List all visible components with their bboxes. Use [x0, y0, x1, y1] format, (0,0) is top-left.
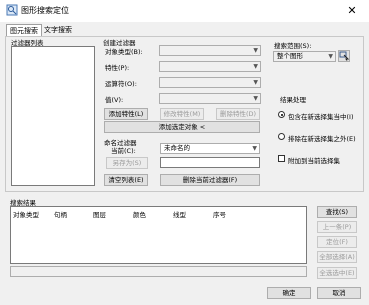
save-as-name-input[interactable] [160, 157, 260, 168]
operator-select[interactable]: ▼ [159, 77, 261, 88]
column-object-type[interactable]: 对象类型 [13, 209, 39, 219]
exclude-radio[interactable] [278, 133, 285, 140]
find-button[interactable]: 查找(S) [317, 206, 357, 218]
window-title: 图形搜索定位 [21, 6, 69, 15]
result-processing-label: 结果处理 [280, 96, 306, 104]
chevron-down-icon: ▼ [253, 47, 258, 54]
current-filter-value: 未命名的 [164, 144, 190, 152]
delete-property-button[interactable]: 删除特性(D) [216, 108, 260, 120]
include-radio[interactable] [278, 111, 285, 118]
search-range-value: 整个图形 [277, 52, 303, 60]
column-linetype[interactable]: 线型 [173, 209, 186, 219]
select-objects-button[interactable] [338, 50, 350, 62]
column-index[interactable]: 序号 [213, 209, 226, 219]
property-label: 特性(P): [105, 64, 130, 72]
chevron-down-icon: ▼ [253, 79, 258, 86]
locate-button[interactable]: 定位(F) [317, 236, 357, 248]
previous-button[interactable]: 上一条(P) [317, 221, 357, 233]
save-as-button[interactable]: 另存为(S) [106, 157, 148, 169]
column-color[interactable]: 颜色 [133, 209, 146, 219]
title-bar: 图形搜索定位 ✕ [0, 0, 369, 22]
append-checkbox[interactable] [278, 155, 285, 162]
select-objects-icon [339, 51, 350, 61]
filter-list[interactable] [11, 46, 95, 186]
column-handle[interactable]: 句柄 [54, 209, 67, 219]
delete-current-filter-button[interactable]: 删除当前过滤器(F) [160, 174, 260, 186]
append-option-label: 附加到当前选择集 [288, 157, 340, 165]
chevron-down-icon: ▼ [328, 53, 333, 60]
column-layer[interactable]: 图层 [93, 209, 106, 219]
modify-property-button[interactable]: 修改特性(M) [160, 108, 204, 120]
current-filter-label: 当前(C): [111, 147, 136, 155]
clear-list-button[interactable]: 清空列表(E) [104, 174, 148, 186]
value-select[interactable]: ▼ [159, 93, 261, 104]
select-selected-button[interactable]: 全选选中(E) [317, 267, 357, 279]
tab-text-search[interactable]: 文字搜索 [41, 24, 75, 36]
status-field [10, 266, 307, 277]
chevron-down-icon: ▼ [253, 63, 258, 70]
select-all-button[interactable]: 全部选择(A) [317, 251, 357, 263]
current-filter-select[interactable]: 未命名的 ▼ [160, 143, 260, 154]
search-range-label: 搜索范围(S): [274, 42, 312, 50]
search-locate-icon [6, 4, 18, 16]
operator-label: 运算符(O): [105, 80, 137, 88]
close-icon[interactable]: ✕ [343, 3, 361, 18]
chevron-down-icon: ▼ [252, 145, 257, 152]
add-selected-object-button[interactable]: 添加选定对象 < [104, 121, 260, 133]
chevron-down-icon: ▼ [253, 95, 258, 102]
object-type-select[interactable]: ▼ [159, 45, 261, 56]
add-property-button[interactable]: 添加特性(L) [104, 108, 148, 120]
search-range-select[interactable]: 整个图形 ▼ [273, 51, 336, 62]
value-label: 值(V): [105, 96, 124, 104]
property-select[interactable]: ▼ [159, 61, 261, 72]
object-type-label: 对象类型(B): [105, 48, 143, 56]
ok-button[interactable]: 确定 [267, 287, 311, 299]
include-option-label: 包含在新选择集当中(I) [288, 113, 354, 121]
cancel-button[interactable]: 取消 [317, 287, 361, 299]
exclude-option-label: 排除在新选择集之外(E) [288, 135, 356, 143]
dialog-window: 图形搜索定位 ✕ 图元搜索 文字搜索 过滤器列表 创建过滤器 对象类型(B): … [0, 0, 369, 305]
